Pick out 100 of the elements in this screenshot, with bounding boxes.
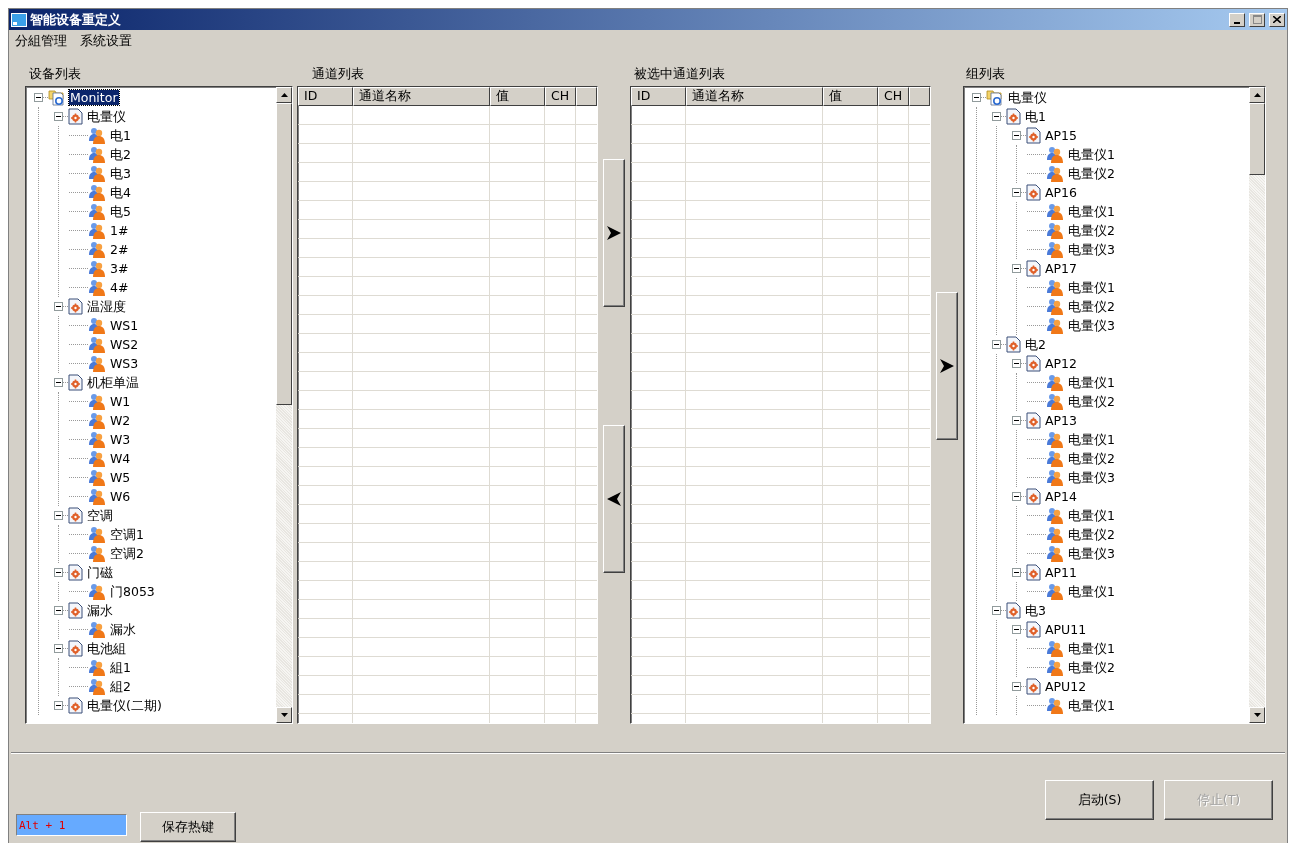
transfer-button[interactable] [936, 292, 958, 440]
tree-item[interactable]: 电1 [1024, 109, 1047, 124]
tree-item[interactable]: 电量仪1 [1067, 584, 1116, 599]
scroll-down-button[interactable] [1249, 707, 1265, 723]
tree-item[interactable]: AP14 [1044, 489, 1078, 504]
tree-item[interactable]: 电量仪3 [1067, 546, 1116, 561]
menu-item[interactable]: 系统设置 [80, 32, 132, 50]
tree-item[interactable]: 3# [109, 261, 130, 276]
tree-item[interactable]: 温湿度 [86, 299, 127, 314]
column-header[interactable]: 值 [490, 87, 545, 106]
tree-item[interactable]: W6 [109, 489, 132, 504]
collapse-button[interactable] [54, 511, 63, 520]
tree-item[interactable]: 电量仪 [86, 109, 127, 124]
tree-item[interactable]: 电量仪2 [1067, 223, 1116, 238]
collapse-button[interactable] [972, 93, 981, 102]
tree-item[interactable]: 空调1 [109, 527, 145, 542]
tree-item[interactable]: WS3 [109, 356, 140, 371]
tree-item[interactable]: 电1 [109, 128, 132, 143]
tree-item[interactable]: 电3 [109, 166, 132, 181]
tree-item[interactable]: 电量仪2 [1067, 394, 1116, 409]
column-header[interactable]: ID [631, 87, 686, 106]
tree-item[interactable]: AP16 [1044, 185, 1078, 200]
collapse-button[interactable] [1012, 492, 1021, 501]
tree-item[interactable]: APU12 [1044, 679, 1088, 694]
tree-item[interactable]: 漏水 [86, 603, 114, 618]
collapse-button[interactable] [992, 606, 1001, 615]
column-header[interactable]: 通道名称 [686, 87, 823, 106]
scroll-up-button[interactable] [1249, 87, 1265, 103]
tree-item[interactable]: 电量仪2 [1067, 299, 1116, 314]
tree-item[interactable]: 电量仪 [1007, 90, 1048, 105]
tree-item[interactable]: AP13 [1044, 413, 1078, 428]
tree-item[interactable]: 电4 [109, 185, 132, 200]
tree-item[interactable]: W4 [109, 451, 132, 466]
collapse-button[interactable] [54, 606, 63, 615]
tree-item[interactable]: AP15 [1044, 128, 1078, 143]
maximize-button[interactable] [1249, 12, 1265, 27]
tree-item[interactable]: AP11 [1044, 565, 1078, 580]
collapse-button[interactable] [1012, 682, 1021, 691]
scrollbar[interactable] [276, 87, 292, 723]
tree-item[interactable]: 电量仪2 [1067, 527, 1116, 542]
tree-item[interactable]: 电量仪1 [1067, 280, 1116, 295]
column-header[interactable]: ID [298, 87, 353, 106]
tree-item[interactable]: 空调 [86, 508, 114, 523]
tree-item[interactable]: 电池組 [86, 641, 127, 656]
minimize-button[interactable] [1229, 12, 1245, 27]
transfer-button[interactable] [603, 425, 625, 573]
save-hotkey-button[interactable]: 保存热键 [140, 812, 236, 842]
tree-item[interactable]: W5 [109, 470, 132, 485]
collapse-button[interactable] [1012, 625, 1021, 634]
tree-item[interactable]: 电量仪3 [1067, 470, 1116, 485]
tree-item[interactable]: 組1 [109, 660, 132, 675]
tree-item[interactable]: 电量仪3 [1067, 318, 1116, 333]
column-header[interactable]: 通道名称 [353, 87, 490, 106]
tree-item[interactable]: 电量仪1 [1067, 147, 1116, 162]
menu-item[interactable]: 分組管理 [15, 32, 67, 50]
tree-item[interactable]: 4# [109, 280, 130, 295]
tree-item[interactable]: APU11 [1044, 622, 1088, 637]
scrollbar[interactable] [1249, 87, 1265, 723]
tree-item[interactable]: 电量仪(二期) [86, 698, 163, 713]
tree-item[interactable]: W3 [109, 432, 132, 447]
tree-item[interactable]: 組2 [109, 679, 132, 694]
tree-item[interactable]: 机柜单温 [86, 375, 140, 390]
tree-item[interactable]: AP17 [1044, 261, 1078, 276]
transfer-button[interactable] [603, 159, 625, 307]
column-header[interactable]: CH [545, 87, 576, 106]
tree-item[interactable]: 门磁 [86, 565, 114, 580]
tree-item[interactable]: 电5 [109, 204, 132, 219]
collapse-button[interactable] [54, 112, 63, 121]
collapse-button[interactable] [54, 644, 63, 653]
collapse-button[interactable] [1012, 568, 1021, 577]
tree-item[interactable]: 电2 [109, 147, 132, 162]
collapse-button[interactable] [992, 340, 1001, 349]
tree-item[interactable]: 1# [109, 223, 130, 238]
tree-item[interactable]: 门8053 [109, 584, 156, 599]
collapse-button[interactable] [992, 112, 1001, 121]
tree-item[interactable]: 电量仪1 [1067, 508, 1116, 523]
collapse-button[interactable] [1012, 188, 1021, 197]
tree-item[interactable]: 电量仪1 [1067, 698, 1116, 713]
scrollbar-thumb[interactable] [276, 103, 292, 405]
tree-item[interactable]: AP12 [1044, 356, 1078, 371]
collapse-button[interactable] [1012, 264, 1021, 273]
collapse-button[interactable] [1012, 131, 1021, 140]
column-header[interactable]: 值 [823, 87, 878, 106]
tree-item[interactable]: 漏水 [109, 622, 137, 637]
collapse-button[interactable] [1012, 359, 1021, 368]
tree-item[interactable]: WS2 [109, 337, 140, 352]
tree-item[interactable]: 空调2 [109, 546, 145, 561]
tree-item[interactable]: Monitor [69, 90, 119, 105]
column-header[interactable]: CH [878, 87, 909, 106]
close-button[interactable] [1269, 12, 1285, 27]
tree-item[interactable]: 电量仪2 [1067, 660, 1116, 675]
collapse-button[interactable] [54, 378, 63, 387]
collapse-button[interactable] [1012, 416, 1021, 425]
action-button[interactable]: 启动(S) [1045, 780, 1154, 820]
tree-item[interactable]: 2# [109, 242, 130, 257]
tree-item[interactable]: 电量仪1 [1067, 432, 1116, 447]
collapse-button[interactable] [54, 568, 63, 577]
collapse-button[interactable] [54, 701, 63, 710]
tree-item[interactable]: WS1 [109, 318, 140, 333]
scroll-up-button[interactable] [276, 87, 292, 103]
